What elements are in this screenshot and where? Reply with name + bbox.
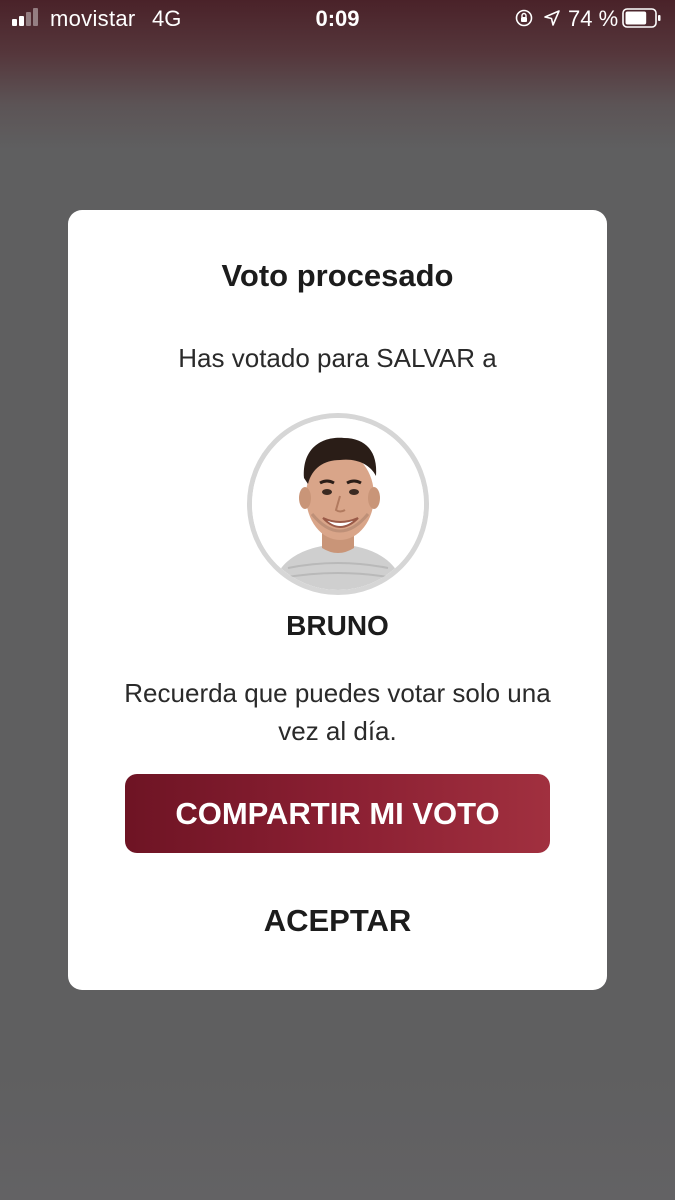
background-gradient-bottom	[0, 1070, 675, 1200]
accept-button[interactable]: ACEPTAR	[218, 896, 457, 946]
battery-icon	[622, 8, 661, 28]
location-arrow-icon	[544, 10, 560, 26]
contestant-photo	[252, 418, 424, 590]
dialog-title: Voto procesado	[221, 258, 454, 293]
contestant-avatar	[247, 413, 429, 595]
share-vote-button[interactable]: COMPARTIR MI VOTO	[125, 774, 550, 853]
vote-confirmation-screen: movistar 4G 0:09 74 % Voto procesado Has…	[0, 0, 675, 1200]
battery-percentage: 74 %	[568, 6, 619, 31]
contestant-name: BRUNO	[286, 610, 389, 641]
status-bar: movistar 4G 0:09 74 %	[0, 0, 675, 38]
vote-processed-dialog: Voto procesado Has votado para SALVAR a	[68, 210, 607, 990]
rotation-lock-icon	[515, 9, 533, 27]
dialog-subtitle: Has votado para SALVAR a	[178, 343, 497, 373]
vote-reminder-text: Recuerda que puedes votar solo una vez a…	[124, 678, 551, 746]
